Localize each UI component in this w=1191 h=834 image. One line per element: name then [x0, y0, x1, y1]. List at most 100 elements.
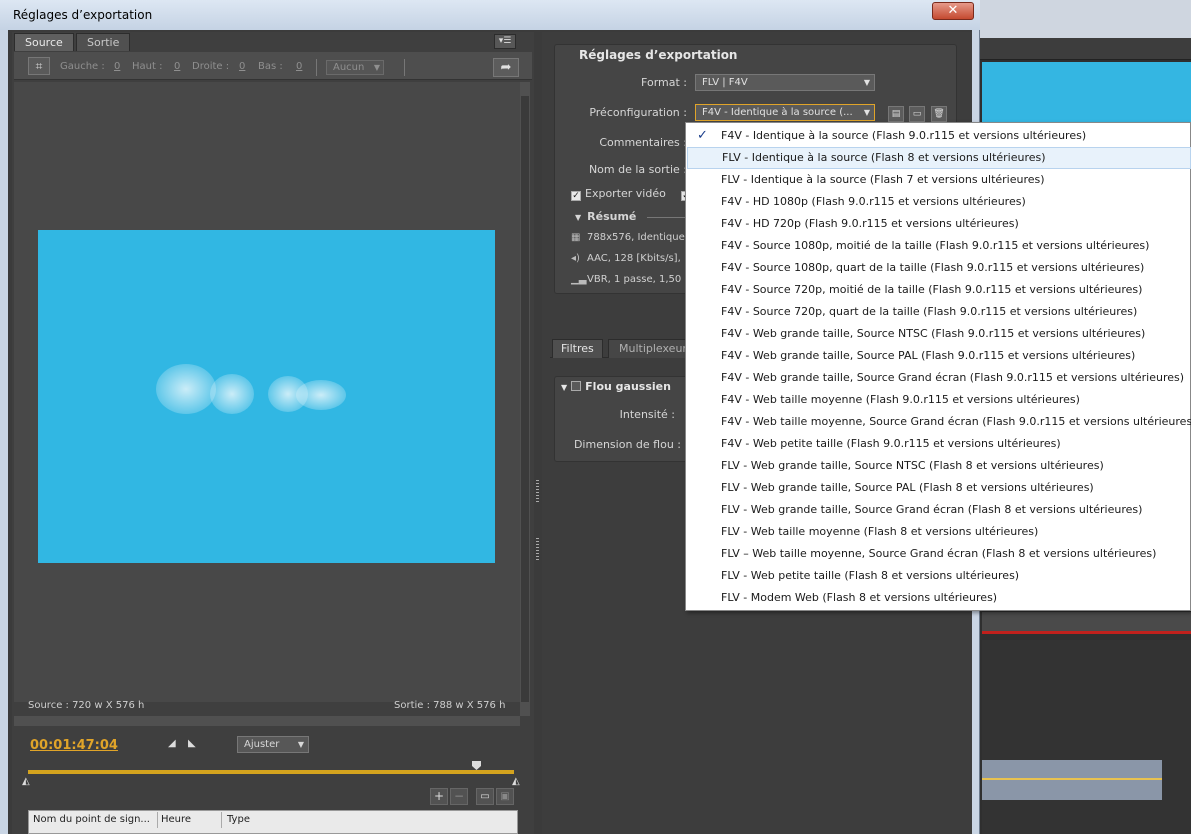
chevron-down-icon: ▼	[373, 63, 380, 72]
preset-option[interactable]: FLV - Modem Web (Flash 8 et versions ult…	[687, 587, 1191, 609]
set-in-point-icon[interactable]: ◢	[168, 738, 176, 749]
work-area-bar[interactable]	[28, 770, 514, 774]
in-point-marker-icon[interactable]: ◭	[22, 776, 30, 787]
checkbox-unchecked-icon[interactable]	[571, 381, 582, 391]
tab-output[interactable]: Sortie	[76, 33, 131, 51]
preset-option[interactable]: FLV - Web taille moyenne (Flash 8 et ver…	[687, 521, 1191, 543]
preset-option-label: FLV - Web petite taille (Flash 8 et vers…	[721, 569, 1020, 582]
preset-option-label: F4V - Identique à la source (Flash 9.0.r…	[721, 129, 1087, 142]
preset-option-label: FLV - Identique à la source (Flash 8 et …	[722, 151, 1046, 164]
preset-option[interactable]: F4V - Web petite taille (Flash 9.0.r115 …	[687, 433, 1191, 455]
crop-right-value[interactable]: 0	[239, 61, 245, 72]
summary-video: ▦ 788x576, Identique	[571, 232, 685, 243]
export-video-checkbox[interactable]: ✓ Exporter vidéo	[571, 187, 666, 201]
crop-left-value[interactable]: 0	[114, 61, 120, 72]
comments-label: Commentaires :	[599, 136, 687, 149]
preset-option-label: FLV - Web taille moyenne (Flash 8 et ver…	[721, 525, 1039, 538]
folder-icon[interactable]: ▭	[476, 788, 494, 805]
background-toolbar	[978, 0, 1191, 38]
preset-option[interactable]: F4V - Web grande taille, Source PAL (Fla…	[687, 345, 1191, 367]
delete-icon[interactable]: ▣	[496, 788, 514, 805]
zoom-select[interactable]: Ajuster ▼	[237, 736, 309, 753]
vertical-scrollbar[interactable]	[520, 82, 530, 716]
summary-divider	[647, 217, 687, 218]
preset-option[interactable]: F4V - Web taille moyenne (Flash 9.0.r115…	[687, 389, 1191, 411]
preset-option-label: FLV - Web grande taille, Source NTSC (Fl…	[721, 459, 1104, 472]
preset-option-label: F4V - Source 720p, quart de la taille (F…	[721, 305, 1138, 318]
time-scrubber[interactable]: ◭ ◭	[22, 761, 522, 787]
preset-option[interactable]: FLV - Web grande taille, Source Grand éc…	[687, 499, 1191, 521]
source-output-panel: Source Sortie ▾☰ ⌗ Gauche : 0 Haut : 0 D…	[12, 32, 534, 834]
preset-option[interactable]: FLV – Web taille moyenne, Source Grand é…	[687, 543, 1191, 565]
preset-option[interactable]: F4V - Source 1080p, moitié de la taille …	[687, 235, 1191, 257]
preset-option-label: FLV - Web grande taille, Source Grand éc…	[721, 503, 1143, 516]
gaussian-blur-header[interactable]: ▼ Flou gaussien	[561, 380, 671, 393]
tab-filters[interactable]: Filtres	[552, 339, 603, 358]
preset-option-label: FLV – Web taille moyenne, Source Grand é…	[721, 547, 1157, 560]
background-timeline	[982, 640, 1191, 834]
intensity-label: Intensité :	[619, 408, 675, 421]
timecode[interactable]: 00:01:47:04	[30, 738, 118, 753]
preset-option-label: F4V - HD 720p (Flash 9.0.r115 et version…	[721, 217, 1019, 230]
column-header-type[interactable]: Type	[227, 814, 250, 825]
panel-menu-icon[interactable]: ▾☰	[494, 34, 516, 49]
tab-source[interactable]: Source	[14, 33, 74, 51]
add-cue-point-button[interactable]: +	[430, 788, 448, 805]
chevron-down-icon: ▼	[297, 740, 304, 749]
preset-option[interactable]: F4V - Source 720p, moitié de la taille (…	[687, 279, 1191, 301]
summary-bitrate: ▁▃VBR, 1 passe, 1,50	[571, 274, 681, 285]
preset-option[interactable]: F4V - HD 720p (Flash 9.0.r115 et version…	[687, 213, 1191, 235]
crop-ratio-select[interactable]: Aucun ▼	[326, 60, 384, 75]
remove-cue-point-button[interactable]: −	[450, 788, 468, 805]
blur-spot	[296, 380, 346, 410]
preset-option[interactable]: F4V - Web taille moyenne, Source Grand é…	[687, 411, 1191, 433]
export-arrow-icon[interactable]: ➦	[493, 58, 519, 77]
out-point-marker-icon[interactable]: ◭	[512, 776, 520, 787]
preset-option[interactable]: FLV - Identique à la source (Flash 8 et …	[687, 147, 1191, 169]
preset-option[interactable]: ✓ F4V - Identique à la source (Flash 9.0.…	[687, 125, 1191, 147]
playhead[interactable]	[472, 761, 481, 770]
preset-option[interactable]: F4V - Web grande taille, Source Grand éc…	[687, 367, 1191, 389]
preset-option-label: F4V - Web taille moyenne (Flash 9.0.r115…	[721, 393, 1080, 406]
preset-option-label: F4V - Web petite taille (Flash 9.0.r115 …	[721, 437, 1061, 450]
preset-option[interactable]: F4V - HD 1080p (Flash 9.0.r115 et versio…	[687, 191, 1191, 213]
delete-preset-icon[interactable]: 🗑	[931, 106, 947, 122]
background-timeline-ruler	[982, 612, 1191, 634]
preset-option[interactable]: F4V - Source 720p, quart de la taille (F…	[687, 301, 1191, 323]
column-header-name[interactable]: Nom du point de sign...	[33, 814, 150, 825]
import-preset-icon[interactable]: ▭	[909, 106, 925, 122]
preset-option[interactable]: F4V - Web grande taille, Source NTSC (Fl…	[687, 323, 1191, 345]
disclosure-triangle-icon: ▼	[561, 383, 568, 392]
chevron-down-icon: ▼	[863, 108, 870, 117]
summary-audio-text: AAC, 128 [Kbits/s],	[587, 253, 681, 264]
cue-point-table: Nom du point de sign... Heure Type	[28, 810, 518, 834]
set-out-point-icon[interactable]: ◣	[188, 738, 196, 749]
close-button[interactable]: ✕	[932, 2, 974, 20]
preset-option-label: FLV - Web grande taille, Source PAL (Fla…	[721, 481, 1094, 494]
preset-select[interactable]: F4V - Identique à la source (... ▼	[695, 104, 875, 121]
preset-option[interactable]: FLV - Web grande taille, Source PAL (Fla…	[687, 477, 1191, 499]
crop-bottom-value[interactable]: 0	[296, 61, 302, 72]
panel-splitter[interactable]	[534, 32, 542, 834]
format-select[interactable]: FLV | F4V ▼	[695, 74, 875, 91]
horizontal-scrollbar[interactable]	[14, 716, 520, 726]
output-name-label: Nom de la sortie :	[588, 163, 687, 176]
preset-option[interactable]: F4V - Source 1080p, quart de la taille (…	[687, 257, 1191, 279]
column-header-time[interactable]: Heure	[161, 814, 191, 825]
column-divider	[157, 812, 158, 828]
column-divider	[221, 812, 222, 828]
film-icon: ▦	[571, 232, 581, 243]
summary-header[interactable]: ▼ Résumé	[575, 210, 636, 223]
preset-option[interactable]: FLV - Web petite taille (Flash 8 et vers…	[687, 565, 1191, 587]
checkbox-checked-icon: ✓	[571, 191, 581, 201]
output-size-label: Sortie : 788 w X 576 h	[394, 700, 506, 711]
preset-option-label: F4V - HD 1080p (Flash 9.0.r115 et versio…	[721, 195, 1026, 208]
preset-option[interactable]: FLV - Web grande taille, Source NTSC (Fl…	[687, 455, 1191, 477]
chevron-down-icon: ▼	[863, 78, 870, 87]
preset-option[interactable]: FLV - Identique à la source (Flash 7 et …	[687, 169, 1191, 191]
crop-top-value[interactable]: 0	[174, 61, 180, 72]
preview-area	[14, 82, 520, 702]
save-preset-icon[interactable]: ▤	[888, 106, 904, 122]
crop-icon[interactable]: ⌗	[28, 57, 50, 75]
format-value: FLV | F4V	[702, 77, 748, 88]
